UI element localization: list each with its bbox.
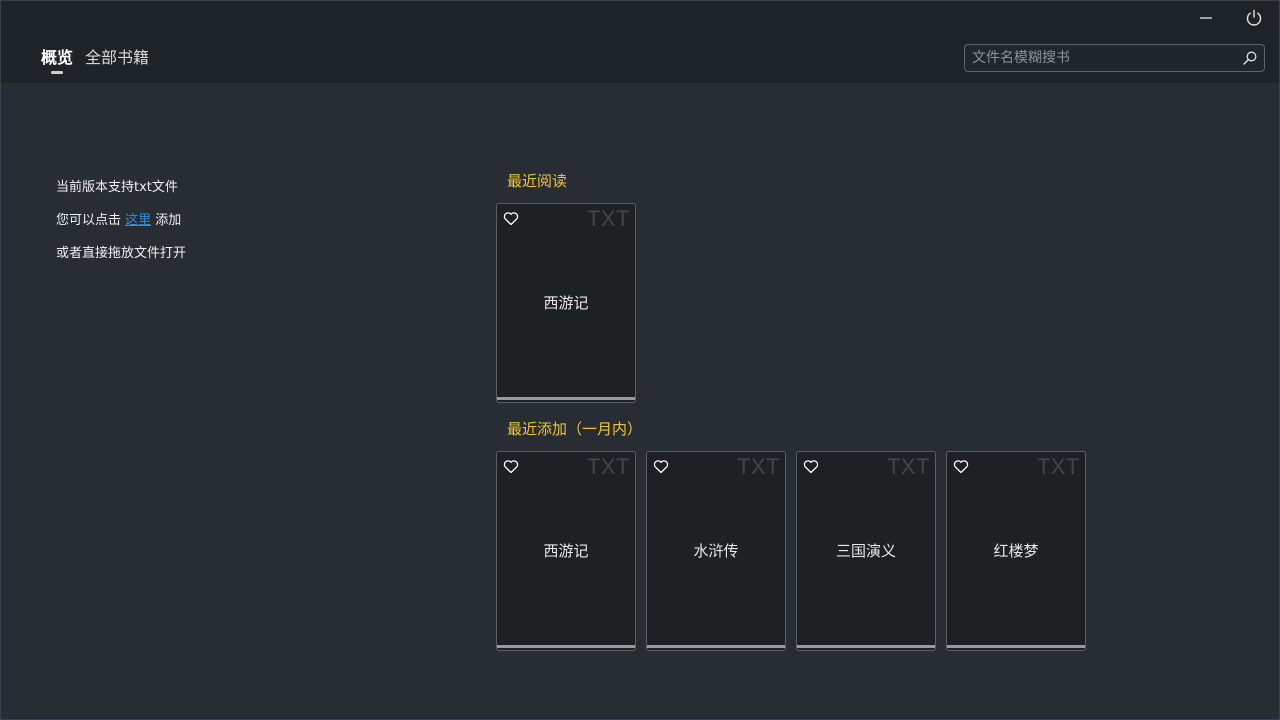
file-type-label: TXT <box>586 454 630 479</box>
power-icon <box>1246 9 1262 26</box>
book-card[interactable]: TXT 水浒传 <box>646 451 786 651</box>
tip-add-prefix: 您可以点击 <box>56 213 126 228</box>
heart-icon[interactable] <box>803 459 819 474</box>
search-box <box>964 44 1265 72</box>
recent-read-title: 最近阅读 <box>507 172 568 190</box>
book-card[interactable]: TXT 西游记 <box>496 203 636 403</box>
search-input[interactable] <box>965 45 1235 71</box>
nav-tabs: 概览 全部书籍 <box>41 47 149 74</box>
book-title: 水浒传 <box>693 542 739 560</box>
file-type-label: TXT <box>1036 454 1080 479</box>
reading-progress-bar <box>497 645 635 648</box>
minimize-icon <box>1200 17 1212 19</box>
search-icon <box>1243 51 1257 65</box>
tab-overview[interactable]: 概览 <box>41 47 73 74</box>
power-button[interactable] <box>1243 7 1265 29</box>
tip-add-file: 您可以点击 这里 添加 <box>56 212 186 245</box>
top-bar: 概览 全部书籍 <box>1 1 1279 83</box>
file-type-label: TXT <box>886 454 930 479</box>
book-card[interactable]: TXT 三国演义 <box>796 451 936 651</box>
reading-progress-bar <box>647 645 785 648</box>
file-type-label: TXT <box>736 454 780 479</box>
reading-progress-bar <box>797 645 935 648</box>
app-window: 概览 全部书籍 文件名模糊搜书 当前版本支持txt文件 您可以点击 这里 添加 … <box>0 0 1280 720</box>
heart-icon[interactable] <box>953 459 969 474</box>
tab-all-books[interactable]: 全部书籍 <box>85 47 149 71</box>
minimize-button[interactable] <box>1195 7 1217 29</box>
recent-added-title: 最近添加（一月内） <box>507 420 643 438</box>
book-title: 西游记 <box>543 542 589 560</box>
book-card[interactable]: TXT 红楼梦 <box>946 451 1086 651</box>
heart-icon[interactable] <box>653 459 669 474</box>
tip-add-suffix: 添加 <box>151 213 182 228</box>
heart-icon[interactable] <box>503 459 519 474</box>
book-title: 西游记 <box>543 294 589 312</box>
reading-progress-bar <box>497 397 635 400</box>
book-title: 红楼梦 <box>993 542 1039 560</box>
tip-supported-format: 当前版本支持txt文件 <box>56 180 178 195</box>
add-file-link[interactable]: 这里 <box>125 213 151 228</box>
heart-icon[interactable] <box>503 211 519 226</box>
usage-tips: 当前版本支持txt文件 您可以点击 这里 添加 或者直接拖放文件打开 <box>56 179 186 278</box>
search-button[interactable] <box>1242 50 1258 66</box>
tip-drag-drop: 或者直接拖放文件打开 <box>56 246 187 261</box>
reading-progress-bar <box>947 645 1085 648</box>
book-title: 三国演义 <box>835 542 896 560</box>
file-type-label: TXT <box>586 206 630 231</box>
book-card[interactable]: TXT 西游记 <box>496 451 636 651</box>
window-controls <box>1195 7 1265 29</box>
